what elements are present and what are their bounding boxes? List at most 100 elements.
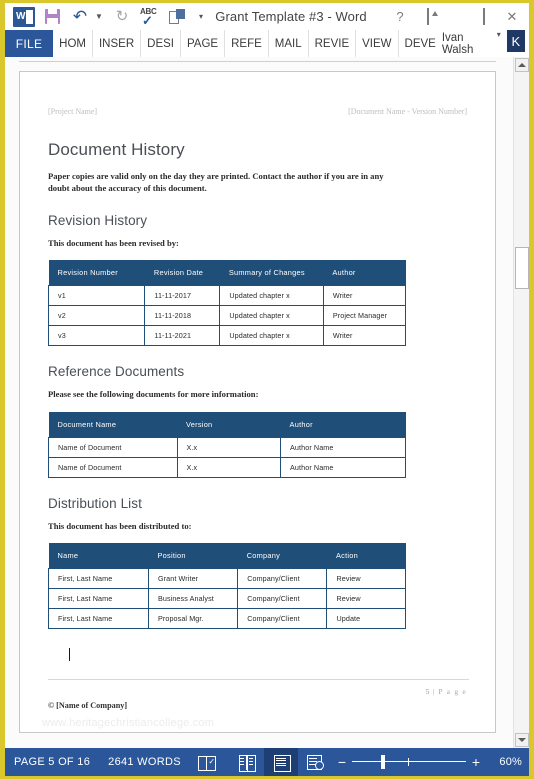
table-cell: Proposal Mgr. <box>147 608 239 630</box>
table-cell: Review <box>326 568 406 590</box>
table-cell: Update <box>326 608 406 630</box>
zoom-in-button[interactable]: + <box>466 754 486 770</box>
page-status[interactable]: PAGE 5 OF 16 <box>5 748 99 776</box>
zoom-control: − + 60% <box>332 752 529 772</box>
customize-qat-icon[interactable]: ▾ <box>193 5 209 29</box>
account-name[interactable]: Ivan Walsh <box>442 30 493 57</box>
column-header: Revision Date <box>144 260 220 286</box>
help-icon[interactable]: ? <box>391 9 409 24</box>
word-count[interactable]: 2641 WORDS <box>99 748 190 776</box>
table-cell: Author Name <box>280 436 406 458</box>
column-header: Author <box>323 260 406 286</box>
revision-history-table: Revision Number Revision Date Summary of… <box>47 260 407 347</box>
footer-copyright: © [Name of Company] <box>48 701 128 710</box>
undo-icon[interactable]: ↶ <box>67 5 93 29</box>
column-header: Company <box>237 543 327 569</box>
tab-page-layout[interactable]: PAGE <box>181 30 226 57</box>
column-header: Revision Number <box>48 260 145 286</box>
table-cell: First, Last Name <box>48 608 149 630</box>
intro-paragraph: Paper copies are valid only on the day t… <box>48 171 384 194</box>
word-logo-icon[interactable]: W <box>11 5 37 29</box>
spelling-grammar-icon[interactable]: ABC ✓ <box>137 5 163 29</box>
table-header-row: Revision Number Revision Date Summary of… <box>48 260 406 286</box>
table-cell: 11-11-2018 <box>144 305 221 327</box>
close-icon[interactable]: ✕ <box>503 9 521 25</box>
table-cell: Company/Client <box>237 608 328 630</box>
table-row: Name of Document X.x Author Name <box>48 456 406 478</box>
print-layout-icon[interactable] <box>264 748 298 776</box>
table-row: v2 11-11-2018 Updated chapter x Project … <box>47 305 407 327</box>
section-heading-revision-history: Revision History <box>48 212 148 228</box>
table-header-row: Name Position Company Action <box>48 543 406 569</box>
column-header: Version <box>177 411 281 438</box>
tab-file[interactable]: FILE <box>5 30 54 57</box>
document-canvas[interactable]: [Project Name] [Document Name - Version … <box>5 57 529 748</box>
footer-page-number: 5 | P a g e <box>426 687 467 696</box>
table-cell: v3 <box>47 325 146 347</box>
zoom-slider-knob[interactable] <box>381 755 385 769</box>
undo-dropdown-icon[interactable]: ▼ <box>95 5 107 29</box>
scrollbar-thumb[interactable] <box>515 247 529 289</box>
column-header: Position <box>148 543 238 569</box>
scroll-up-icon[interactable] <box>515 58 529 72</box>
tab-view[interactable]: VIEW <box>356 30 399 57</box>
tab-review[interactable]: REVIE <box>309 30 357 57</box>
table-cell: Company/Client <box>237 568 328 590</box>
maximize-icon[interactable] <box>475 8 493 25</box>
section-heading-reference-documents: Reference Documents <box>48 364 185 380</box>
table-cell: Name of Document <box>48 456 178 478</box>
table-cell: v2 <box>47 305 146 327</box>
zoom-level[interactable]: 60% <box>486 756 522 768</box>
table-cell: 11-11-2021 <box>144 325 221 347</box>
account-dropdown-icon[interactable]: ▾ <box>493 30 507 57</box>
tab-insert[interactable]: INSER <box>93 30 142 57</box>
tab-home[interactable]: HOM <box>53 30 93 57</box>
page-header: [Project Name] [Document Name - Version … <box>48 72 467 116</box>
distribution-list-table: Name Position Company Action First, Last… <box>48 543 406 630</box>
table-cell: v1 <box>47 285 146 307</box>
table-cell: Company/Client <box>237 588 328 610</box>
table-cell: X.x <box>176 436 282 458</box>
window-controls: ? ✕ <box>391 8 529 25</box>
tab-mailings[interactable]: MAIL <box>269 30 309 57</box>
document-page[interactable]: [Project Name] [Document Name - Version … <box>19 71 496 733</box>
table-row: First, Last Name Business Analyst Compan… <box>48 588 406 610</box>
save-icon[interactable] <box>39 5 65 29</box>
lead-in-distribution-list: This document has been distributed to: <box>48 520 192 531</box>
zoom-slider[interactable] <box>352 752 466 772</box>
scroll-down-icon[interactable] <box>515 733 529 747</box>
compare-documents-icon[interactable] <box>165 5 191 29</box>
reference-documents-table: Document Name Version Author Name of Doc… <box>48 411 406 478</box>
tab-developer[interactable]: DEVE <box>399 30 442 57</box>
redo-icon[interactable]: ↻ <box>109 5 135 29</box>
tab-references[interactable]: REFE <box>225 30 269 57</box>
tab-design[interactable]: DESI <box>141 30 181 57</box>
proofing-errors-icon[interactable]: ✓ <box>190 748 224 776</box>
header-right-placeholder: [Document Name - Version Number] <box>348 107 467 116</box>
table-header-row: Document Name Version Author <box>48 411 406 438</box>
title-bar: W ↶ ▼ ↻ ABC ✓ ▾ Grant Template #3 - Word … <box>5 3 529 30</box>
table-row: First, Last Name Proposal Mgr. Company/C… <box>48 608 406 630</box>
table-cell: Author Name <box>280 456 406 478</box>
footer-divider <box>48 679 469 680</box>
footer-page-separator: | <box>432 687 436 696</box>
footer-page-value: 5 <box>425 687 430 696</box>
table-row: Name of Document X.x Author Name <box>48 436 406 458</box>
window-title: Grant Template #3 - Word <box>215 9 367 24</box>
text-cursor <box>69 648 70 661</box>
column-header: Summary of Changes <box>219 260 324 286</box>
table-cell: Grant Writer <box>147 568 239 590</box>
table-row: v1 11-11-2017 Updated chapter x Writer <box>47 285 407 307</box>
zoom-out-button[interactable]: − <box>332 754 352 770</box>
avatar[interactable]: K <box>506 30 525 52</box>
read-mode-icon[interactable] <box>230 748 264 776</box>
header-left-placeholder: [Project Name] <box>48 107 98 116</box>
column-header: Name <box>48 543 149 569</box>
ribbon-display-options-icon[interactable] <box>419 8 437 25</box>
vertical-scrollbar[interactable] <box>513 57 529 748</box>
table-cell: First, Last Name <box>48 588 149 610</box>
quick-access-toolbar: W ↶ ▼ ↻ ABC ✓ ▾ <box>5 5 209 29</box>
word-application-window: W ↶ ▼ ↻ ABC ✓ ▾ Grant Template #3 - Word … <box>0 0 534 779</box>
web-layout-icon[interactable] <box>298 748 332 776</box>
table-cell: Name of Document <box>48 436 178 458</box>
